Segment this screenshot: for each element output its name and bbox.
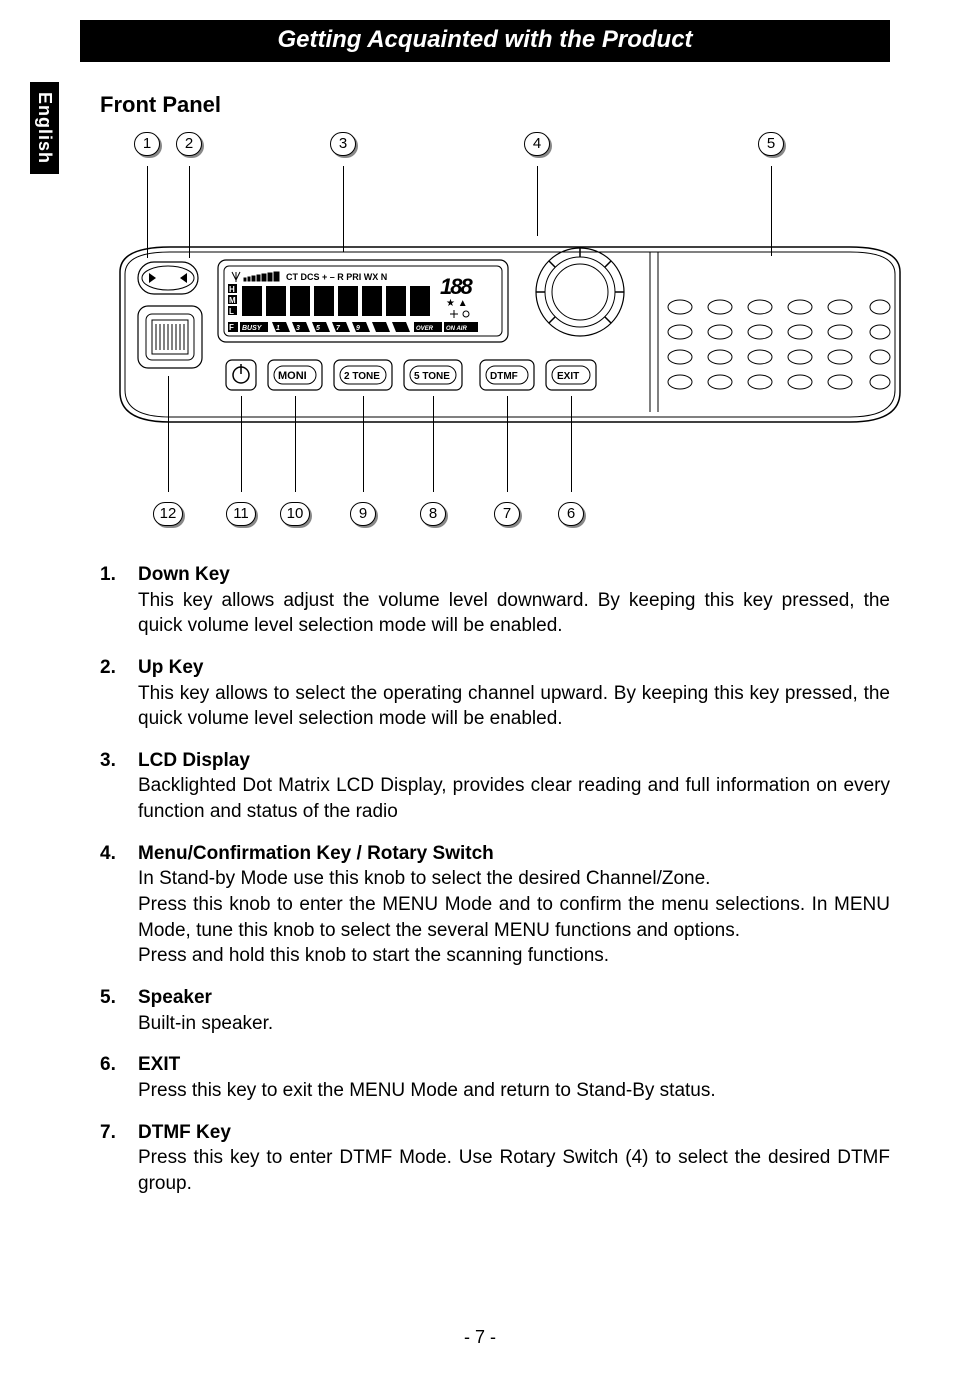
item-title: DTMF Key (138, 1120, 890, 1146)
page-title: Getting Acquainted with the Product (80, 20, 890, 62)
item-title: LCD Display (138, 748, 890, 774)
svg-text:DTMF: DTMF (490, 371, 518, 382)
item-text: Built-in speaker. (138, 1011, 890, 1037)
svg-text:5 TONE: 5 TONE (414, 371, 450, 382)
item-title: Menu/Confirmation Key / Rotary Switch (138, 841, 890, 867)
list-item: 3. LCD Display Backlighted Dot Matrix LC… (100, 748, 890, 825)
callout-8: 8 (420, 502, 446, 526)
svg-text:OVER: OVER (416, 326, 434, 332)
item-number: 4. (100, 841, 138, 969)
item-number: 3. (100, 748, 138, 825)
list-item: 5. Speaker Built-in speaker. (100, 985, 890, 1036)
section-title: Front Panel (100, 92, 890, 118)
item-number: 2. (100, 655, 138, 732)
callout-12: 12 (153, 502, 183, 526)
svg-text:★ ▲: ★ ▲ (446, 298, 468, 309)
svg-text:2 TONE: 2 TONE (344, 371, 380, 382)
item-text: Press this key to enter DTMF Mode. Use R… (138, 1145, 890, 1196)
radio-panel-illustration: CT DCS + – R PRI WX N H M L 188 ★ ▲ F BU… (110, 242, 910, 432)
item-number: 5. (100, 985, 138, 1036)
svg-text:EXIT: EXIT (557, 371, 579, 382)
svg-text:H: H (229, 285, 235, 294)
item-number: 7. (100, 1120, 138, 1197)
item-text: This key allows adjust the volume level … (138, 588, 890, 639)
item-title: Down Key (138, 562, 890, 588)
item-number: 6. (100, 1052, 138, 1103)
svg-text:MONI: MONI (278, 370, 307, 382)
callout-7: 7 (494, 502, 520, 526)
svg-text:9: 9 (356, 325, 360, 332)
callout-1: 1 (134, 132, 160, 156)
list-item: 4. Menu/Confirmation Key / Rotary Switch… (100, 841, 890, 969)
language-tab: English (30, 82, 59, 174)
item-title: Up Key (138, 655, 890, 681)
front-panel-diagram: 1 2 3 4 5 (110, 132, 910, 532)
callout-3: 3 (330, 132, 356, 156)
item-text: Backlighted Dot Matrix LCD Display, prov… (138, 773, 890, 824)
callout-10: 10 (280, 502, 310, 526)
item-number: 1. (100, 562, 138, 639)
callout-4: 4 (524, 132, 550, 156)
svg-text:CT DCS + – R PRI WX N: CT DCS + – R PRI WX N (286, 272, 387, 282)
svg-text:1: 1 (276, 325, 280, 332)
item-title: Speaker (138, 985, 890, 1011)
svg-text:ON AIR: ON AIR (446, 326, 467, 332)
page-number: - 7 - (0, 1327, 960, 1348)
list-item: 1. Down Key This key allows adjust the v… (100, 562, 890, 639)
item-text: Press this key to exit the MENU Mode and… (138, 1078, 890, 1104)
item-text: This key allows to select the operating … (138, 681, 890, 732)
callout-11: 11 (226, 502, 256, 526)
callout-9: 9 (350, 502, 376, 526)
callout-6: 6 (558, 502, 584, 526)
svg-text:F: F (229, 323, 234, 332)
svg-text:M: M (229, 296, 236, 305)
callout-5: 5 (758, 132, 784, 156)
svg-text:5: 5 (316, 325, 320, 332)
svg-text:188: 188 (440, 274, 473, 299)
callout-2: 2 (176, 132, 202, 156)
list-item: 2. Up Key This key allows to select the … (100, 655, 890, 732)
description-list: 1. Down Key This key allows adjust the v… (100, 562, 890, 1196)
svg-text:BUSY: BUSY (242, 325, 263, 332)
list-item: 7. DTMF Key Press this key to enter DTMF… (100, 1120, 890, 1197)
item-text: In Stand-by Mode use this knob to select… (138, 866, 890, 969)
list-item: 6. EXIT Press this key to exit the MENU … (100, 1052, 890, 1103)
item-title: EXIT (138, 1052, 890, 1078)
svg-text:L: L (229, 307, 234, 316)
svg-text:3: 3 (296, 325, 300, 332)
